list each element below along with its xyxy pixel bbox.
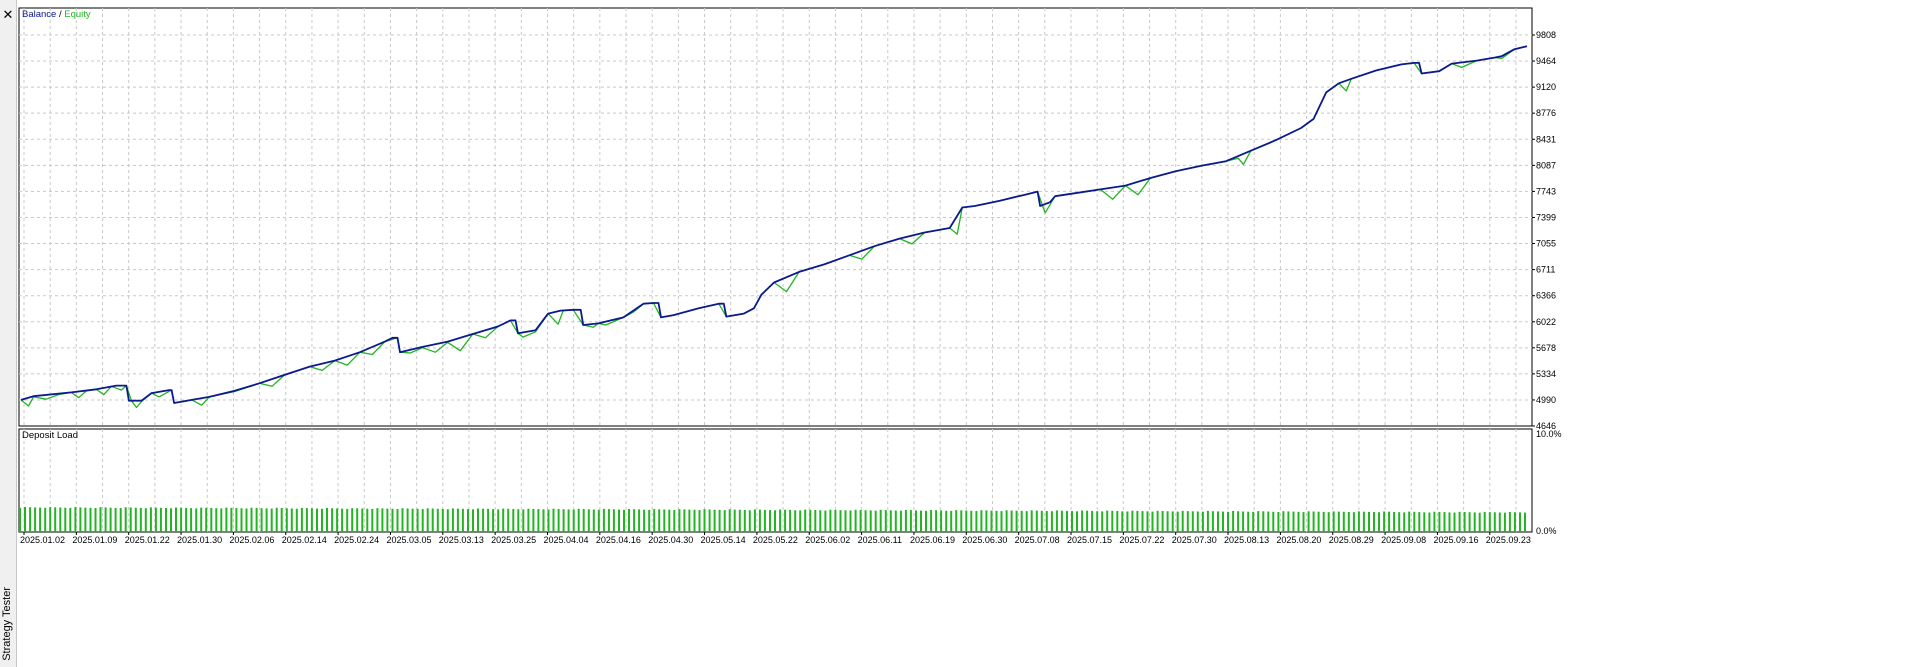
deposit-load-chart: Deposit Load 10.0% 0.0% xyxy=(18,428,1562,536)
x-tick-label: 2025.09.16 xyxy=(1433,535,1478,545)
x-tick-label: 2025.01.22 xyxy=(125,535,170,545)
y-tick-label: 7743 xyxy=(1536,186,1556,196)
deposit-load-title: Deposit Load xyxy=(22,430,78,441)
x-tick-label: 2025.09.23 xyxy=(1486,535,1531,545)
x-tick-label: 2025.06.19 xyxy=(910,535,955,545)
main-y-axis: 4646499053345678602263666711705573997743… xyxy=(1532,30,1556,431)
x-tick-label: 2025.04.16 xyxy=(596,535,641,545)
balance-equity-chart: 4646499053345678602263666711705573997743… xyxy=(18,7,1556,431)
x-tick-label: 2025.05.14 xyxy=(701,535,746,545)
x-tick-label: 2025.05.22 xyxy=(753,535,798,545)
y-tick-label: 6022 xyxy=(1536,317,1556,327)
y-tick-label: 9120 xyxy=(1536,82,1556,92)
x-tick-label: 2025.02.24 xyxy=(334,535,379,545)
time-axis: 2025.01.02 2025.01.09 2025.01.22 2025.01.30… xyxy=(20,532,1531,545)
x-tick-label: 2025.03.05 xyxy=(386,535,431,545)
x-tick-label: 2025.07.15 xyxy=(1067,535,1112,545)
y-tick-label: 5334 xyxy=(1536,369,1556,379)
x-tick-label: 2025.01.30 xyxy=(177,535,222,545)
x-tick-label: 2025.08.13 xyxy=(1224,535,1269,545)
x-tick-label: 2025.08.20 xyxy=(1276,535,1321,545)
x-tick-label: 2025.04.30 xyxy=(648,535,693,545)
x-tick-label: 2025.08.29 xyxy=(1329,535,1374,545)
deposit-load-tick-top: 10.0% xyxy=(1536,429,1562,439)
x-tick-label: 2025.01.02 xyxy=(20,535,65,545)
chart-area: 4646499053345678602263666711705573997743… xyxy=(18,7,1562,545)
y-tick-label: 4990 xyxy=(1536,395,1556,405)
y-tick-label: 7055 xyxy=(1536,239,1556,249)
deposit-load-tick-bottom: 0.0% xyxy=(1536,526,1557,536)
x-tick-label: 2025.06.11 xyxy=(858,535,902,545)
legend-separator: / xyxy=(56,9,64,20)
x-tick-label: 2025.04.04 xyxy=(544,535,589,545)
x-tick-label: 2025.06.30 xyxy=(962,535,1007,545)
y-tick-label: 6366 xyxy=(1536,291,1556,301)
y-tick-label: 9464 xyxy=(1536,56,1556,66)
x-tick-label: 2025.02.06 xyxy=(229,535,274,545)
x-tick-label: 2025.03.13 xyxy=(439,535,484,545)
x-tick-label: 2025.02.14 xyxy=(282,535,327,545)
x-tick-label: 2025.09.08 xyxy=(1381,535,1426,545)
y-tick-label: 6711 xyxy=(1536,265,1555,275)
x-tick-label: 2025.06.02 xyxy=(805,535,850,545)
y-tick-label: 5678 xyxy=(1536,343,1556,353)
x-tick-label: 2025.03.25 xyxy=(491,535,536,545)
legend-equity: Equity xyxy=(64,9,91,20)
x-tick-label: 2025.07.22 xyxy=(1119,535,1164,545)
y-tick-label: 9808 xyxy=(1536,30,1556,40)
y-tick-label: 8087 xyxy=(1536,160,1556,170)
x-tick-label: 2025.07.08 xyxy=(1015,535,1060,545)
chart-legend: Balance / Equity xyxy=(22,9,91,20)
legend-balance: Balance xyxy=(22,9,56,20)
x-tick-label: 2025.01.09 xyxy=(72,535,117,545)
y-tick-label: 8431 xyxy=(1536,134,1556,144)
x-tick-label: 2025.07.30 xyxy=(1172,535,1217,545)
y-tick-label: 8776 xyxy=(1536,108,1556,118)
y-tick-label: 7399 xyxy=(1536,212,1556,222)
